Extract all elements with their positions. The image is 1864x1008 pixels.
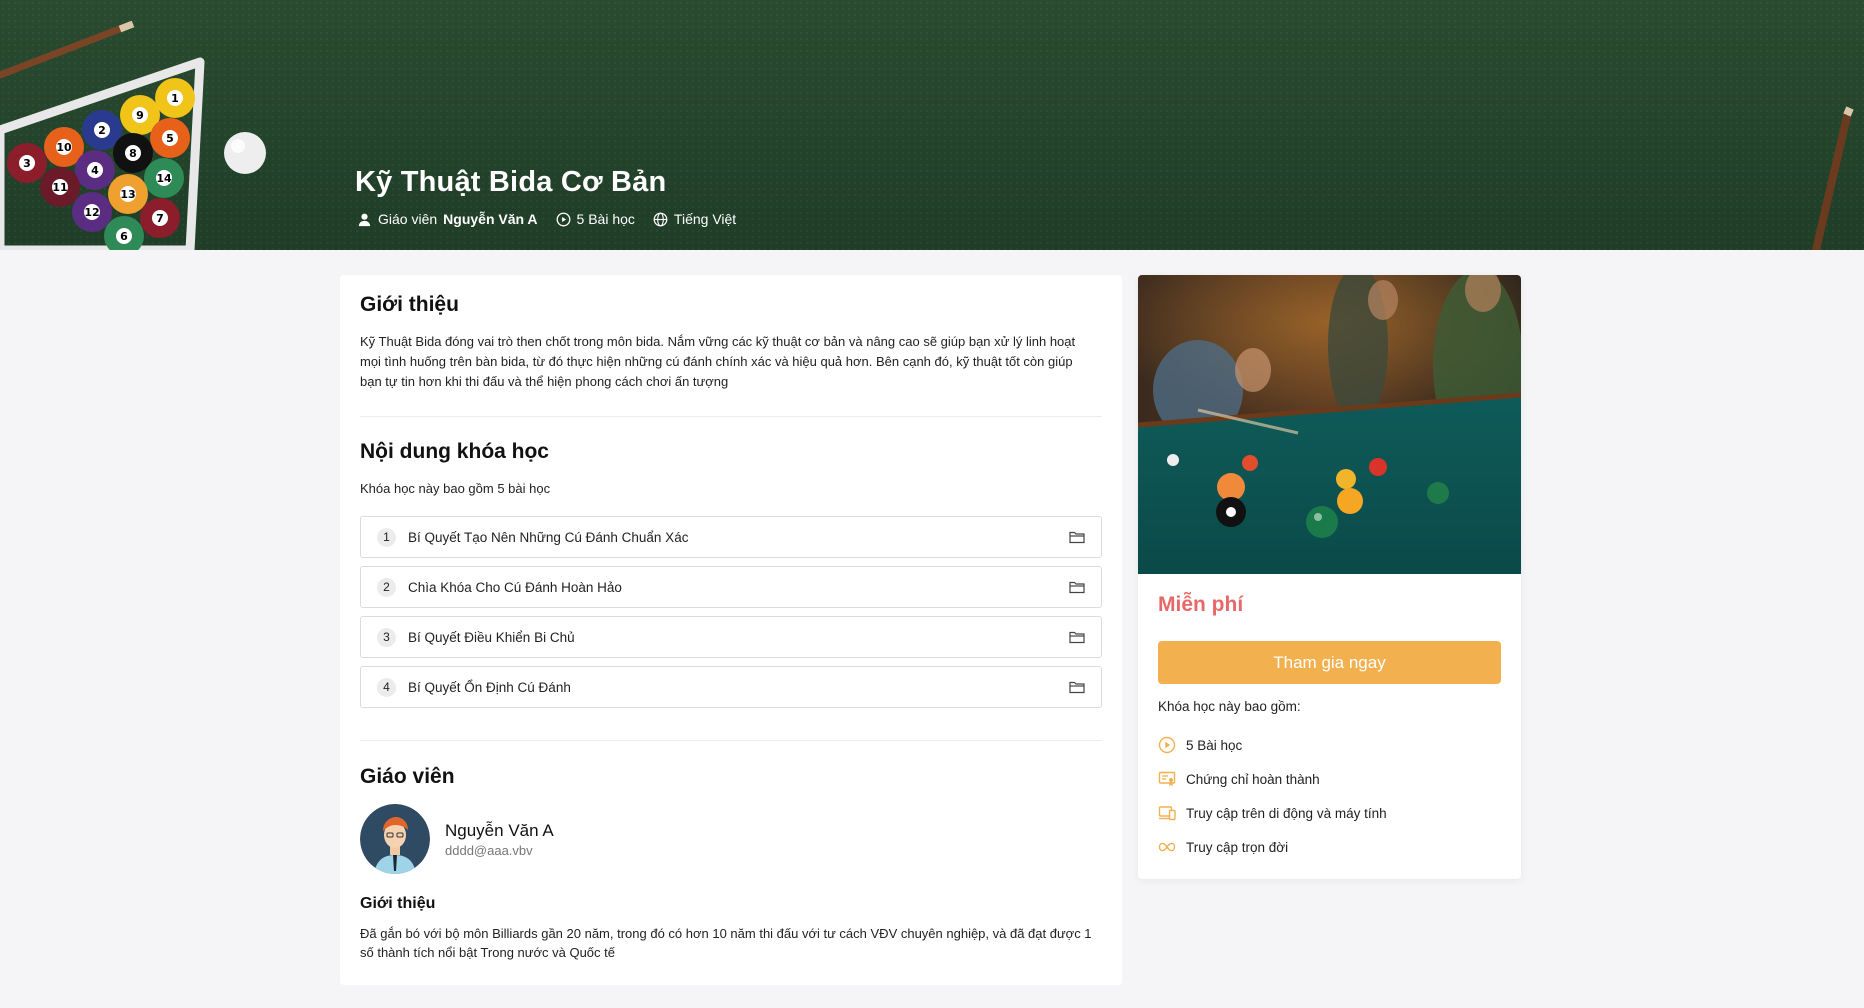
svg-text:5: 5 <box>166 132 174 145</box>
svg-text:9: 9 <box>136 109 144 122</box>
course-hero-banner: 1 9 5 2 8 14 10 4 13 7 3 11 12 6 Kỹ Thuậ… <box>0 0 1864 250</box>
meta-lessons-count: 5 Bài học <box>576 211 635 227</box>
svg-text:11: 11 <box>52 181 67 194</box>
include-item: Chứng chỉ hoàn thành <box>1158 762 1387 796</box>
course-content-heading: Nội dung khóa học <box>360 440 549 463</box>
meta-language: Tiếng Việt <box>653 211 736 227</box>
include-item: 5 Bài học <box>1158 728 1387 762</box>
lesson-item[interactable]: 4 Bí Quyết Ổn Định Cú Đánh <box>360 666 1102 708</box>
globe-icon <box>653 212 668 226</box>
folder-icon <box>1069 531 1085 544</box>
course-title: Kỹ Thuật Bida Cơ Bản <box>355 166 667 198</box>
lesson-title: Bí Quyết Tạo Nên Những Cú Đánh Chuẩn Xác <box>408 529 689 545</box>
lesson-title: Chìa Khóa Cho Cú Đánh Hoàn Hảo <box>408 579 622 595</box>
lesson-number: 2 <box>377 577 396 597</box>
devices-icon <box>1158 806 1176 821</box>
teacher-profile: Nguyễn Văn A dddd@aaa.vbv <box>360 804 554 874</box>
include-label: Chứng chỉ hoàn thành <box>1186 771 1320 787</box>
intro-text: Kỹ Thuật Bida đóng vai trò then chốt tro… <box>360 334 1076 389</box>
cue-stick-illustration <box>1812 106 1854 250</box>
svg-text:4: 4 <box>91 164 99 177</box>
lesson-number: 3 <box>377 627 396 647</box>
lesson-number: 4 <box>377 677 396 697</box>
folder-icon <box>1069 581 1085 594</box>
certificate-icon <box>1158 771 1176 786</box>
divider <box>360 740 1102 741</box>
svg-text:8: 8 <box>129 147 137 160</box>
lesson-title: Bí Quyết Ổn Định Cú Đánh <box>408 679 571 695</box>
lesson-title: Bí Quyết Điều Khiển Bi Chủ <box>408 629 575 645</box>
includes-heading: Khóa học này bao gồm: <box>1158 699 1301 714</box>
teacher-email: dddd@aaa.vbv <box>445 842 533 858</box>
meta-teacher: Giáo viên Nguyễn Văn A <box>357 211 538 227</box>
course-content-subtitle: Khóa học này bao gồm 5 bài học <box>360 481 551 496</box>
svg-text:6: 6 <box>120 230 128 243</box>
enroll-card: Miễn phí Tham gia ngay Khóa học này bao … <box>1138 275 1521 879</box>
price-label: Miễn phí <box>1158 593 1244 616</box>
teacher-info: Nguyễn Văn A dddd@aaa.vbv <box>445 821 554 858</box>
teacher-bio-heading: Giới thiệu <box>360 895 436 912</box>
teacher-name: Nguyễn Văn A <box>445 820 554 840</box>
lesson-number: 1 <box>377 527 396 547</box>
teacher-heading: Giáo viên <box>360 765 455 788</box>
svg-text:3: 3 <box>23 157 31 170</box>
infinity-icon <box>1158 842 1176 852</box>
folder-icon <box>1069 631 1085 644</box>
include-label: 5 Bài học <box>1186 737 1243 753</box>
billiard-rack-illustration: 1 9 5 2 8 14 10 4 13 7 3 11 12 6 <box>0 20 266 250</box>
svg-text:10: 10 <box>56 141 72 154</box>
intro-heading: Giới thiệu <box>360 293 459 316</box>
teacher-bio-text: Đã gắn bó với bộ môn Billiards gần 20 nă… <box>360 926 1092 960</box>
meta-teacher-name: Nguyễn Văn A <box>443 211 538 227</box>
course-meta: Giáo viên Nguyễn Văn A 5 Bài học Tiếng V… <box>357 211 736 227</box>
includes-list: 5 Bài học Chứng chỉ hoàn thành Truy cập … <box>1158 728 1387 864</box>
svg-text:14: 14 <box>156 172 172 185</box>
play-circle-icon <box>1158 736 1176 754</box>
svg-text:13: 13 <box>120 188 135 201</box>
include-label: Truy cập trọn đời <box>1186 839 1289 855</box>
meta-lessons: 5 Bài học <box>556 211 635 227</box>
include-item: Truy cập trọn đời <box>1158 830 1387 864</box>
divider <box>360 416 1102 417</box>
svg-text:2: 2 <box>98 124 106 137</box>
course-thumbnail-image <box>1138 275 1521 574</box>
svg-text:1: 1 <box>171 92 179 105</box>
lesson-item[interactable]: 3 Bí Quyết Điều Khiển Bi Chủ <box>360 616 1102 658</box>
include-item: Truy cập trên di động và máy tính <box>1158 796 1387 830</box>
join-now-button[interactable]: Tham gia ngay <box>1158 641 1501 684</box>
user-icon <box>358 213 371 226</box>
meta-teacher-prefix: Giáo viên <box>378 211 438 227</box>
svg-text:12: 12 <box>84 206 99 219</box>
include-label: Truy cập trên di động và máy tính <box>1186 805 1387 821</box>
lesson-item[interactable]: 1 Bí Quyết Tạo Nên Những Cú Đánh Chuẩn X… <box>360 516 1102 558</box>
folder-icon <box>1069 681 1085 694</box>
course-detail-card: Giới thiệu Kỹ Thuật Bida đóng vai trò th… <box>340 275 1122 985</box>
lesson-item[interactable]: 2 Chìa Khóa Cho Cú Đánh Hoàn Hảo <box>360 566 1102 608</box>
lesson-list: 1 Bí Quyết Tạo Nên Những Cú Đánh Chuẩn X… <box>360 516 1102 716</box>
meta-language-label: Tiếng Việt <box>673 211 737 227</box>
avatar <box>360 804 430 874</box>
play-circle-icon <box>556 212 570 226</box>
svg-text:7: 7 <box>156 212 164 225</box>
